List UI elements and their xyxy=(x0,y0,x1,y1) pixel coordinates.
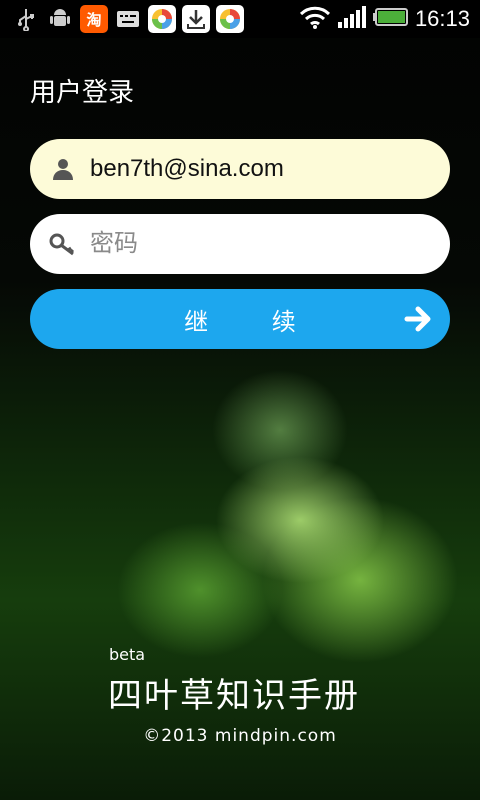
password-field[interactable] xyxy=(30,214,450,274)
taobao-icon: 淘 xyxy=(80,5,108,33)
android-debug-icon xyxy=(46,5,74,33)
key-icon xyxy=(48,229,78,259)
page-title: 用户登录 xyxy=(30,78,135,108)
app-store-icon xyxy=(216,5,244,33)
download-icon xyxy=(182,5,210,33)
keyboard-icon xyxy=(114,5,142,33)
user-icon xyxy=(48,154,78,184)
app-store-icon xyxy=(148,5,176,33)
beta-label: beta xyxy=(109,645,146,664)
battery-icon xyxy=(372,7,409,31)
status-clock: 16:13 xyxy=(414,6,470,31)
copyright: ©2013 mindpin.com xyxy=(143,726,337,746)
password-input[interactable] xyxy=(90,230,420,258)
email-input[interactable] xyxy=(90,155,420,183)
app-name: 四叶草知识手册 xyxy=(108,676,360,716)
email-field[interactable] xyxy=(30,139,450,199)
continue-button[interactable]: 继 续 xyxy=(30,289,450,349)
status-bar: 淘 16:13 xyxy=(0,0,480,38)
continue-label: 继 续 xyxy=(184,307,324,336)
wifi-icon xyxy=(299,5,331,33)
usb-icon xyxy=(12,5,40,33)
arrow-right-icon xyxy=(404,304,432,340)
signal-icon xyxy=(337,5,367,33)
